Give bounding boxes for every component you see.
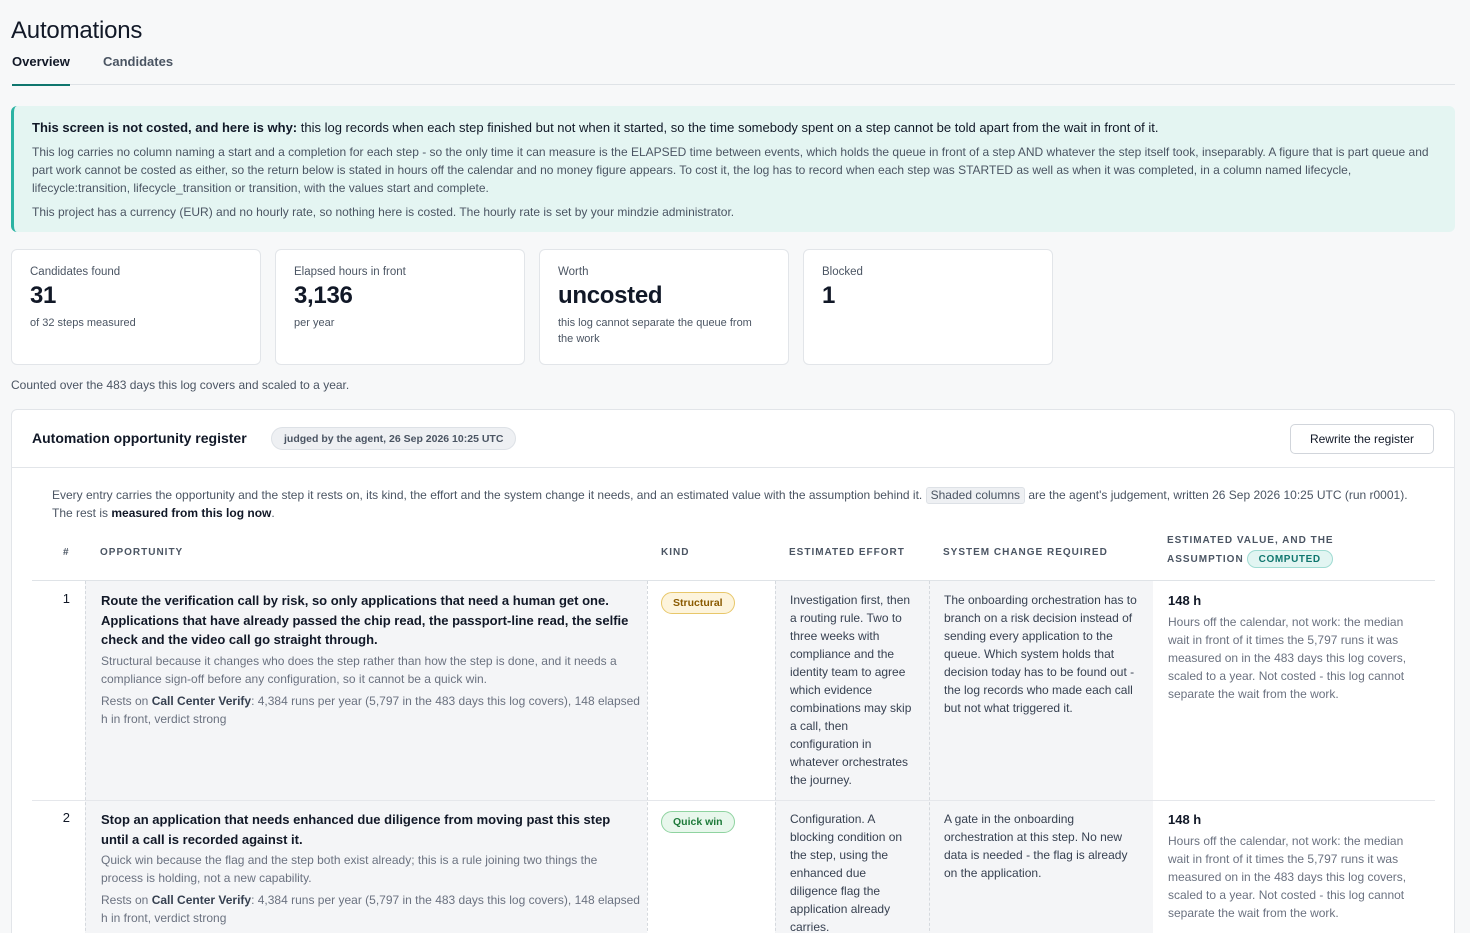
intro-text: Every entry carries the opportunity and … bbox=[52, 488, 923, 502]
register-header: Automation opportunity register judged b… bbox=[12, 410, 1454, 468]
row-divider bbox=[32, 800, 1435, 801]
stat-worth: Worth uncosted this log cannot separate … bbox=[539, 249, 789, 365]
rests-prefix: Rests on bbox=[101, 693, 152, 708]
col-header-effort: Estimated effort bbox=[789, 547, 905, 558]
opportunity-rests-on: Rests on Call Center Verify: 4,384 runs … bbox=[101, 891, 641, 927]
system-change-cell: The onboarding orchestration has to bran… bbox=[944, 593, 1137, 715]
value-cell: 148 h Hours off the calendar, not work: … bbox=[1168, 810, 1426, 922]
value-assumption: Hours off the calendar, not work: the me… bbox=[1168, 834, 1407, 920]
column-divider bbox=[647, 581, 648, 933]
rewrite-register-button[interactable]: Rewrite the register bbox=[1290, 424, 1434, 454]
rests-step: Call Center Verify bbox=[151, 893, 252, 907]
stat-subtext: this log cannot separate the queue from … bbox=[558, 317, 752, 345]
opportunity-cell: Route the verification call by risk, so … bbox=[101, 591, 641, 728]
opportunity-cell: Stop an application that needs enhanced … bbox=[101, 810, 641, 927]
computed-badge: COMPUTED bbox=[1246, 550, 1333, 569]
row-number: 2 bbox=[62, 810, 70, 825]
column-divider bbox=[929, 581, 930, 933]
notice-headline-text: this log records when each step finished… bbox=[297, 120, 1159, 135]
kind-badge-structural: Structural bbox=[661, 592, 735, 614]
column-divider bbox=[775, 581, 776, 933]
col-header-value: Estimated value, and the assumption COMPU… bbox=[1167, 531, 1334, 569]
notice-explanation: This log carries no column naming a star… bbox=[32, 145, 1429, 195]
scale-note: Counted over the 483 days this log cover… bbox=[11, 378, 350, 392]
rests-step: Call Center Verify bbox=[151, 693, 252, 708]
system-change-cell: A gate in the onboarding orchestration a… bbox=[944, 812, 1128, 880]
col-header-kind: Kind bbox=[661, 547, 690, 558]
stat-value: 31 bbox=[30, 282, 57, 309]
intro-bold: measured from this log now bbox=[111, 506, 272, 520]
stat-candidates-found: Candidates found 31 of 32 steps measured bbox=[11, 249, 261, 365]
judged-badge: judged by the agent, 26 Sep 2026 10:25 U… bbox=[271, 427, 517, 450]
col-header-value-assumption: assumption bbox=[1167, 554, 1244, 565]
value-hours: 148 h bbox=[1168, 812, 1202, 827]
value-cell: 148 h Hours off the calendar, not work: … bbox=[1168, 591, 1426, 703]
stat-blocked: Blocked 1 bbox=[803, 249, 1053, 365]
stat-value: uncosted bbox=[558, 282, 663, 309]
tab-bar: Overview Candidates bbox=[12, 54, 1455, 86]
stat-label: Worth bbox=[558, 266, 589, 278]
notice-headline: This screen is not costed, and here is w… bbox=[32, 119, 1438, 136]
value-assumption: Hours off the calendar, not work: the me… bbox=[1168, 615, 1407, 701]
effort-cell: Configuration. A blocking condition on t… bbox=[790, 812, 903, 933]
shaded-columns-chip: Shaded columns bbox=[925, 487, 1026, 504]
tab-candidates[interactable]: Candidates bbox=[103, 54, 173, 85]
stat-subtext: per year bbox=[294, 317, 335, 329]
tab-overview[interactable]: Overview bbox=[12, 54, 70, 86]
row-number: 1 bbox=[62, 591, 70, 606]
stat-elapsed-hours: Elapsed hours in front 3,136 per year bbox=[275, 249, 525, 365]
column-divider bbox=[85, 581, 86, 933]
stat-label: Blocked bbox=[822, 266, 863, 278]
intro-text: . bbox=[271, 506, 275, 520]
opportunity-title: Stop an application that needs enhanced … bbox=[101, 812, 611, 847]
opportunity-rests-on: Rests on Call Center Verify: 4,384 runs … bbox=[101, 692, 641, 728]
table-header: # Opportunity Kind Estimated effort Syst… bbox=[32, 528, 1435, 581]
col-header-value-line1: Estimated value, and the bbox=[1167, 535, 1334, 546]
rests-prefix: Rests on bbox=[101, 893, 152, 907]
register-intro: Every entry carries the opportunity and … bbox=[52, 486, 1422, 522]
stat-value: 3,136 bbox=[294, 282, 353, 309]
opportunity-reason: Structural because it changes who does t… bbox=[101, 653, 617, 686]
stat-value: 1 bbox=[822, 282, 836, 309]
col-header-system: System change required bbox=[943, 547, 1108, 558]
effort-cell: Investigation first, then a routing rule… bbox=[790, 593, 912, 787]
register-title: Automation opportunity register bbox=[32, 430, 247, 446]
stat-label: Elapsed hours in front bbox=[294, 266, 406, 278]
page-title: Automations bbox=[11, 17, 143, 44]
notice-rate-note: This project has a currency (EUR) and no… bbox=[32, 205, 735, 219]
opportunity-reason: Quick win because the flag and the step … bbox=[101, 853, 598, 885]
value-hours: 148 h bbox=[1168, 593, 1202, 608]
notice-headline-bold: This screen is not costed, and here is w… bbox=[32, 120, 298, 135]
stat-subtext: of 32 steps measured bbox=[30, 317, 136, 329]
col-header-num: # bbox=[63, 547, 70, 558]
opportunity-title: Route the verification call by risk, so … bbox=[101, 593, 629, 647]
col-header-value-line2: assumption COMPUTED bbox=[1167, 550, 1334, 569]
opportunity-register: Automation opportunity register judged b… bbox=[11, 409, 1455, 933]
kind-badge-quick-win: Quick win bbox=[661, 811, 735, 833]
not-costed-notice: This screen is not costed, and here is w… bbox=[11, 106, 1455, 232]
col-header-opportunity: Opportunity bbox=[100, 547, 184, 558]
stat-label: Candidates found bbox=[30, 266, 121, 278]
